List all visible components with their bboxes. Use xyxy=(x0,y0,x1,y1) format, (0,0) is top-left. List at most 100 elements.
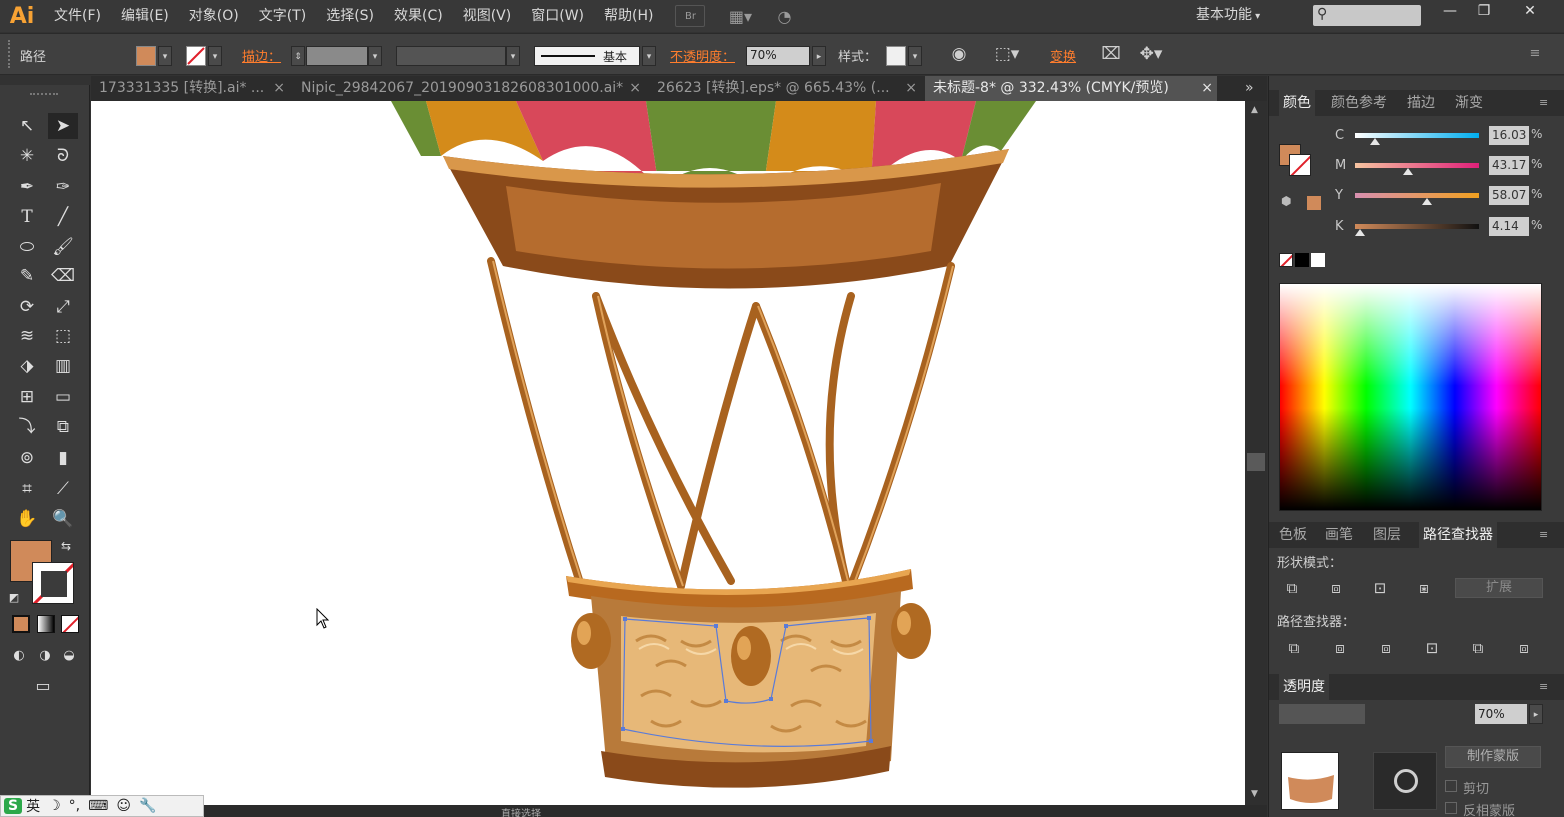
tab-swatches[interactable]: 色板 xyxy=(1279,522,1307,548)
invert-mask-checkbox[interactable] xyxy=(1445,802,1457,814)
direct-selection-tool-icon[interactable]: ➤ xyxy=(48,113,78,139)
artboard-canvas[interactable] xyxy=(91,101,1245,805)
recolor-artwork-icon[interactable]: ◉ xyxy=(944,41,974,67)
expand-button[interactable]: 扩展 xyxy=(1455,578,1543,598)
tab-transparency[interactable]: 透明度 xyxy=(1279,674,1329,700)
menu-select[interactable]: 选择(S) xyxy=(316,0,384,32)
selection-tool-icon[interactable]: ↖ xyxy=(12,113,42,139)
menu-view[interactable]: 视图(V) xyxy=(453,0,522,32)
stroke-weight-dropdown[interactable]: ▾ xyxy=(368,46,382,66)
tab-close-icon[interactable]: × xyxy=(273,76,285,101)
isolate-object-icon[interactable]: ⌧ xyxy=(1096,41,1126,67)
draw-behind-icon[interactable]: ◑ xyxy=(34,643,56,669)
menu-object[interactable]: 对象(O) xyxy=(179,0,249,32)
object-thumbnail[interactable] xyxy=(1281,752,1339,810)
hot-air-balloon-artwork[interactable] xyxy=(91,101,1245,805)
gradient-mode-button[interactable] xyxy=(37,615,55,633)
color-spectrum-picker[interactable] xyxy=(1279,283,1542,511)
stroke-swatch[interactable] xyxy=(186,46,206,66)
black-slider-knob[interactable] xyxy=(1354,229,1365,236)
tab-layers[interactable]: 图层 xyxy=(1373,522,1401,548)
outline-icon[interactable]: ⧉ xyxy=(1467,638,1489,658)
eyedropper-tool-icon[interactable]: ⤵ xyxy=(12,414,42,440)
stroke-color-box[interactable] xyxy=(32,562,74,604)
fill-dropdown[interactable]: ▾ xyxy=(158,46,172,66)
tab-close-icon[interactable]: × xyxy=(1201,76,1213,101)
opacity-dropdown[interactable]: ▸ xyxy=(812,46,826,66)
scroll-up-icon[interactable]: ▲ xyxy=(1251,105,1258,115)
user-icon[interactable]: ☺ xyxy=(112,798,135,814)
black-color-chip[interactable] xyxy=(1295,253,1309,267)
scale-tool-icon[interactable]: ⤢ xyxy=(48,294,78,320)
mask-thumbnail[interactable] xyxy=(1373,752,1437,810)
column-graph-tool-icon[interactable]: ▮ xyxy=(48,445,78,471)
tab-stroke[interactable]: 描边 xyxy=(1407,90,1435,116)
lasso-tool-icon[interactable]: ᘐ xyxy=(48,143,78,169)
arrange-documents-icon[interactable]: ▦▾ xyxy=(725,5,755,27)
perspective-grid-tool-icon[interactable]: ▥ xyxy=(48,353,78,379)
black-slider-track[interactable] xyxy=(1355,224,1479,229)
free-transform-tool-icon[interactable]: ⬚ xyxy=(48,323,78,349)
magic-wand-tool-icon[interactable]: ✳ xyxy=(12,143,42,169)
white-color-chip[interactable] xyxy=(1311,253,1325,267)
menu-effect[interactable]: 效果(C) xyxy=(384,0,453,32)
default-fill-stroke-icon[interactable]: ◩ xyxy=(4,585,24,611)
blend-tool-icon[interactable]: ⧉ xyxy=(48,414,78,440)
panel-menu-icon[interactable]: ≡ xyxy=(1539,90,1548,116)
workspace-switcher[interactable]: 基本功能 xyxy=(1196,0,1260,32)
zoom-tool-icon[interactable]: 🔍 xyxy=(48,506,78,532)
line-segment-tool-icon[interactable]: ╱ xyxy=(48,204,78,230)
screen-mode-icon[interactable]: ▭ xyxy=(28,673,58,699)
tab-document-2[interactable]: Nipic_29842067_20190903182608301000.ai* … xyxy=(293,76,645,101)
scroll-down-icon[interactable]: ▼ xyxy=(1251,789,1258,799)
transparency-opacity-dropdown[interactable]: ▸ xyxy=(1529,704,1543,724)
wrench-icon[interactable]: 🔧 xyxy=(135,798,160,814)
gradient-tool-icon[interactable]: ▭ xyxy=(48,384,78,410)
paintbrush-tool-icon[interactable]: 🖌 xyxy=(48,234,78,260)
draw-inside-icon[interactable]: ◒ xyxy=(58,643,80,669)
control-bar-grip[interactable] xyxy=(8,40,11,68)
magenta-slider-knob[interactable] xyxy=(1403,168,1414,175)
yellow-value-input[interactable]: 58.07 xyxy=(1489,186,1529,205)
punctuation-icon[interactable]: °, xyxy=(65,798,84,814)
brush-dropdown[interactable]: ▾ xyxy=(642,46,656,66)
clip-checkbox[interactable] xyxy=(1445,780,1457,792)
eraser-tool-icon[interactable]: ⌫ xyxy=(48,263,78,289)
mesh-tool-icon[interactable]: ⊞ xyxy=(12,384,42,410)
stroke-dropdown[interactable]: ▾ xyxy=(208,46,222,66)
width-tool-icon[interactable]: ≋ xyxy=(12,323,42,349)
minus-front-icon[interactable]: ⧈ xyxy=(1325,578,1347,598)
magenta-value-input[interactable]: 43.17 xyxy=(1489,156,1529,175)
vertical-scrollbar[interactable]: ▲ ▼ xyxy=(1245,101,1267,805)
stroke-label-link[interactable]: 描边： xyxy=(242,46,281,65)
tab-color-guide[interactable]: 颜色参考 xyxy=(1331,90,1387,116)
none-mode-button[interactable] xyxy=(61,615,79,633)
stroke-weight-input[interactable] xyxy=(306,46,368,66)
symbol-sprayer-tool-icon[interactable]: ⊚ xyxy=(12,445,42,471)
hand-tool-icon[interactable]: ✋ xyxy=(12,506,42,532)
crop-icon[interactable]: ⊡ xyxy=(1421,638,1443,658)
tab-close-icon[interactable]: × xyxy=(905,76,917,101)
control-panel-menu-icon[interactable]: ≡ xyxy=(1520,41,1550,67)
maximize-button[interactable]: ❐ xyxy=(1468,0,1500,24)
graphic-style-swatch[interactable] xyxy=(886,46,906,66)
profile-dropdown[interactable]: ▾ xyxy=(506,46,520,66)
rotate-tool-icon[interactable]: ⟳ xyxy=(12,294,42,320)
ime-language-toggle[interactable]: 英 xyxy=(22,796,44,816)
color-mode-button[interactable] xyxy=(12,615,30,633)
fill-swatch[interactable] xyxy=(136,46,156,66)
pencil-tool-icon[interactable]: ✎ xyxy=(12,263,42,289)
black-value-input[interactable]: 4.14 xyxy=(1489,217,1529,236)
menu-window[interactable]: 窗口(W) xyxy=(521,0,594,32)
tab-gradient[interactable]: 渐变 xyxy=(1455,90,1483,116)
align-selection-icon[interactable]: ⬚▾ xyxy=(992,41,1022,67)
tab-document-active[interactable]: 未标题-8* @ 332.43% (CMYK/预览) × xyxy=(925,76,1217,101)
unite-icon[interactable]: ⧉ xyxy=(1281,578,1303,598)
opacity-label-link[interactable]: 不透明度： xyxy=(670,46,735,65)
intersect-icon[interactable]: ⊡ xyxy=(1369,578,1391,598)
pen-tool-icon[interactable]: ✒ xyxy=(12,174,42,200)
cyan-slider-knob[interactable] xyxy=(1369,138,1380,145)
panel-menu-icon[interactable]: ≡ xyxy=(1539,674,1548,700)
scrollbar-thumb[interactable] xyxy=(1247,453,1265,471)
draw-normal-icon[interactable]: ◐ xyxy=(8,643,30,669)
